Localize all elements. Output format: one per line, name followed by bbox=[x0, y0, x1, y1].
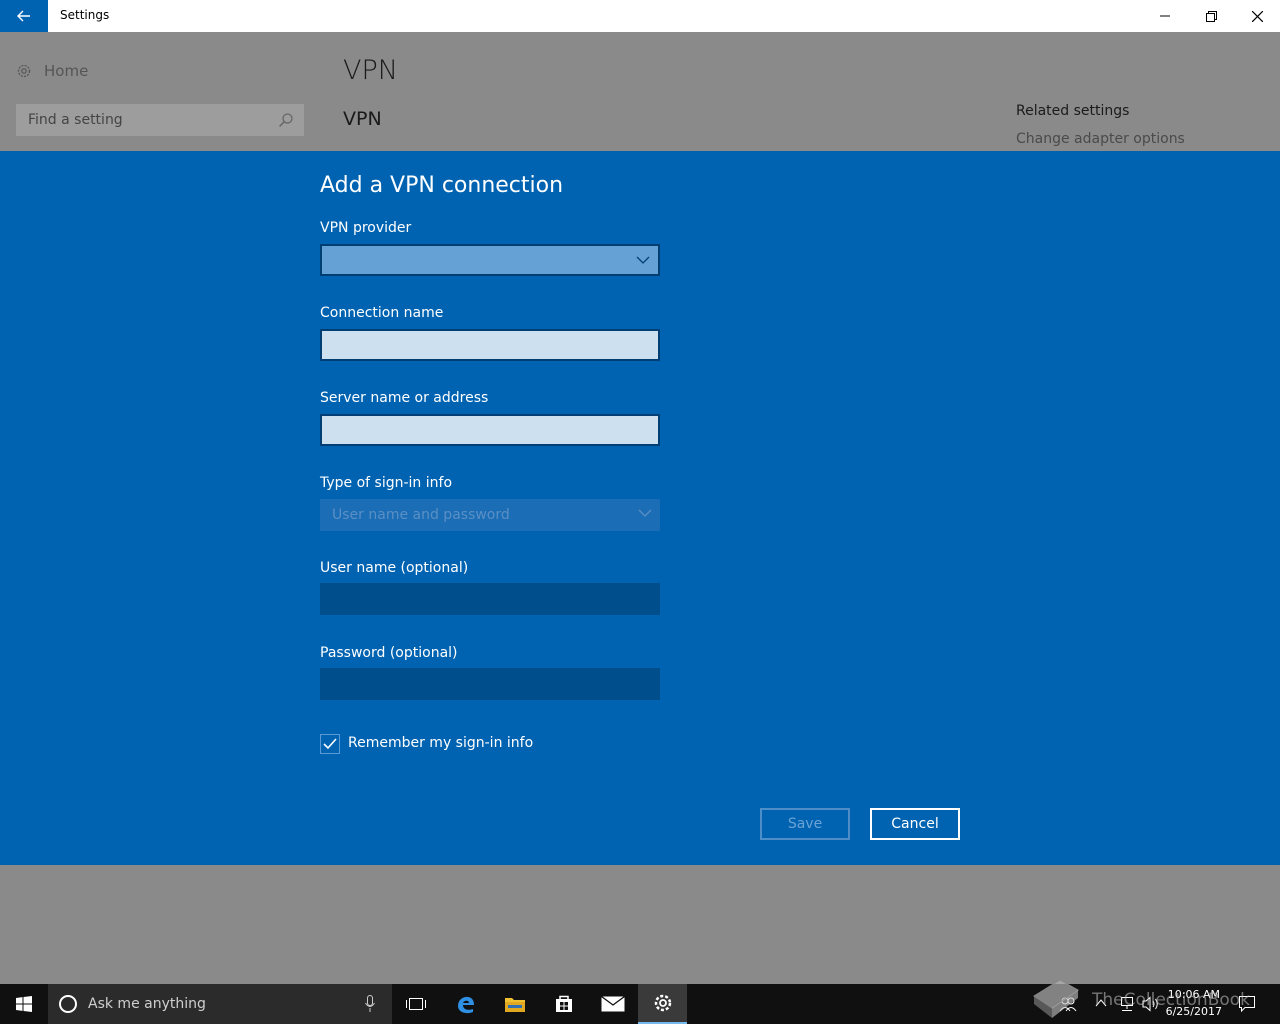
edge-icon bbox=[458, 996, 474, 1014]
username-label: User name (optional) bbox=[320, 560, 469, 576]
settings-taskbar-button[interactable] bbox=[638, 984, 687, 1024]
file-explorer-button[interactable] bbox=[491, 984, 539, 1024]
page-title: VPN bbox=[343, 55, 398, 86]
server-address-input[interactable] bbox=[320, 414, 660, 446]
chevron-down-icon bbox=[638, 509, 652, 517]
minimize-button[interactable] bbox=[1142, 0, 1188, 32]
gear-icon bbox=[17, 64, 31, 78]
minimize-icon bbox=[1160, 15, 1170, 17]
back-button[interactable] bbox=[0, 0, 48, 32]
password-label: Password (optional) bbox=[320, 645, 458, 661]
vpn-provider-label: VPN provider bbox=[320, 220, 412, 236]
search-placeholder: Find a setting bbox=[28, 112, 123, 128]
watermark-text: TheCollectionBook bbox=[1092, 990, 1251, 1010]
edge-browser-button[interactable] bbox=[442, 984, 490, 1024]
remember-signin-label: Remember my sign-in info bbox=[348, 735, 534, 751]
start-button[interactable] bbox=[0, 984, 48, 1024]
home-nav-item[interactable]: Home bbox=[16, 62, 88, 80]
save-button[interactable]: Save bbox=[760, 808, 850, 840]
remember-signin-checkbox[interactable] bbox=[320, 734, 340, 754]
close-icon bbox=[1251, 10, 1263, 22]
change-adapter-options-link[interactable]: Change adapter options bbox=[1016, 131, 1185, 147]
home-label: Home bbox=[44, 62, 89, 80]
book-logo-icon bbox=[1033, 979, 1079, 1018]
cortana-search-box[interactable]: Ask me anything bbox=[48, 984, 392, 1024]
add-vpn-dialog: Add a VPN connection VPN provider Connec… bbox=[0, 151, 1280, 865]
mail-icon bbox=[601, 996, 625, 1012]
password-input[interactable] bbox=[320, 668, 660, 700]
cancel-button[interactable]: Cancel bbox=[870, 808, 960, 840]
store-icon bbox=[556, 995, 572, 1012]
store-button[interactable] bbox=[540, 984, 588, 1024]
search-icon bbox=[278, 113, 293, 128]
back-arrow-icon bbox=[17, 10, 30, 22]
microphone-icon[interactable] bbox=[365, 995, 375, 1013]
connection-name-label: Connection name bbox=[320, 305, 444, 321]
dialog-title: Add a VPN connection bbox=[320, 173, 564, 198]
chevron-down-icon bbox=[636, 256, 650, 264]
cortana-icon bbox=[59, 995, 77, 1013]
mail-button[interactable] bbox=[589, 984, 637, 1024]
signin-type-dropdown[interactable]: User name and password bbox=[320, 499, 660, 531]
checkmark-icon bbox=[323, 738, 337, 750]
app-title: Settings bbox=[60, 8, 110, 22]
restore-icon bbox=[1205, 10, 1217, 22]
vpn-provider-dropdown[interactable] bbox=[320, 244, 660, 276]
cortana-placeholder: Ask me anything bbox=[88, 996, 206, 1012]
gear-icon bbox=[654, 994, 671, 1012]
section-title: VPN bbox=[343, 108, 382, 130]
username-input[interactable] bbox=[320, 583, 660, 615]
task-view-icon bbox=[406, 998, 426, 1010]
close-button[interactable] bbox=[1234, 0, 1280, 32]
related-settings-heading: Related settings bbox=[1016, 103, 1130, 119]
restore-button[interactable] bbox=[1188, 0, 1234, 32]
task-view-button[interactable] bbox=[392, 984, 440, 1024]
server-address-label: Server name or address bbox=[320, 390, 489, 406]
taskbar: Ask me anything 10:06 AM 6/25/2017 bbox=[0, 984, 1280, 1024]
signin-type-label: Type of sign-in info bbox=[320, 475, 453, 491]
title-bar: Settings bbox=[0, 0, 1280, 32]
signin-type-value: User name and password bbox=[332, 507, 510, 523]
settings-search-input[interactable]: Find a setting bbox=[16, 104, 304, 136]
windows-logo-icon bbox=[16, 996, 32, 1012]
folder-icon bbox=[505, 998, 525, 1012]
connection-name-input[interactable] bbox=[320, 329, 660, 361]
